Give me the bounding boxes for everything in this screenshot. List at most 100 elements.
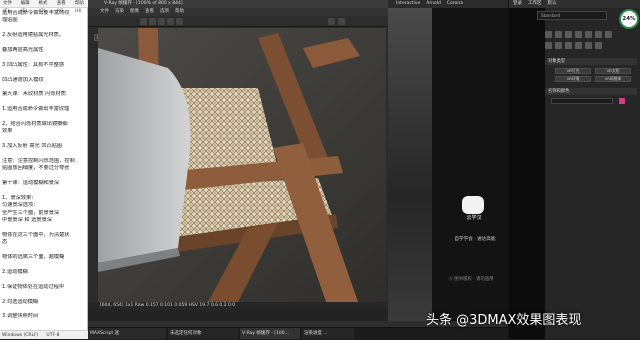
shape-icon[interactable]: [555, 31, 562, 38]
notes-window: 文件(F) 编辑(E) 格式(O) 查看(V) 帮助(H) 运用合成命令做出要丰…: [0, 0, 88, 339]
note-line: 叠加两层高光属性: [2, 47, 44, 53]
tab-arnold[interactable]: Arnold: [426, 0, 441, 8]
concrete-table: [98, 48, 191, 263]
note-line: 3.调整快照时间: [2, 313, 39, 320]
object-name-field[interactable]: [551, 98, 613, 104]
geometry-icon[interactable]: [545, 31, 552, 38]
watermark-caption: 头条 @3DMAX效果图表现: [426, 313, 582, 328]
note-line: 1.运用合成命令做出丰富纹理: [2, 106, 70, 113]
vfb-menu-view[interactable]: 查看: [145, 8, 154, 16]
spacewarp-icon[interactable]: [595, 31, 602, 38]
note-line: 贴图放回细度，不要过分夸张: [2, 165, 70, 172]
cloud-logo-icon: [462, 196, 484, 214]
logo-subtext: 自学学会 · 进达高能: [454, 237, 496, 242]
watermark-text: Ⓢ 图书版权 · 请勿盗用: [448, 277, 494, 282]
note-line: 运用合成命令做出要丰富的纹: [2, 10, 70, 16]
menu-format[interactable]: 格式(O): [38, 0, 51, 14]
vray-frame-buffer-window: V-Ray 帧缓存 - [100% of 800 x 844] 文件 渲染 图像…: [88, 0, 388, 321]
render-icon[interactable]: [328, 18, 335, 25]
note-line: 全产生三个面，前景景深: [2, 209, 60, 216]
workspace-value[interactable]: 默认: [548, 0, 557, 8]
green-channel-icon[interactable]: [167, 18, 174, 25]
sign-in-label[interactable]: 登录: [513, 0, 522, 8]
vray-light-button[interactable]: VR灯光: [555, 68, 591, 74]
menu-edit[interactable]: 编辑(E): [21, 0, 34, 14]
note-line: 3.加入反射 高光 凹凸贴图: [2, 143, 63, 150]
encoding-label: UTF-8: [46, 333, 60, 338]
vfb-menu-bar: 文件 渲染 图像 查看 选项 帮助: [88, 8, 388, 16]
vfb-menu-help[interactable]: 帮助: [175, 8, 184, 16]
tab-corona[interactable]: Corona: [447, 0, 463, 8]
notes-status-bar: Windows (CRLF) UTF-8: [0, 330, 88, 339]
menu-help[interactable]: 帮助(H): [75, 0, 88, 14]
hierarchy-icon[interactable]: [565, 42, 572, 49]
camera-icon[interactable]: [575, 31, 582, 38]
note-line: 中景景深 和 远景景深: [2, 217, 52, 224]
object-color-swatch[interactable]: [619, 98, 625, 104]
command-panel: 登录 工作区 默认 Standard 24% 对象类型 VR灯光 VR太阳 VR…: [508, 0, 640, 339]
create-tabs: [545, 31, 612, 38]
progress-badge: 24%: [619, 9, 639, 29]
save-image-icon[interactable]: [140, 18, 147, 25]
motion-icon[interactable]: [575, 42, 582, 49]
vfb-menu-file[interactable]: 文件: [100, 8, 109, 16]
vfb-title-bar[interactable]: V-Ray 帧缓存 - [100% of 800 x 844]: [88, 0, 388, 8]
note-line: 1.保证物体处在运动过程中: [2, 283, 65, 290]
menu-file[interactable]: 文件(F): [3, 0, 16, 14]
renderer-tab-strip: Interactive Arnold Corona: [388, 0, 508, 8]
rendered-image[interactable]: [98, 28, 386, 302]
panel-tabs: [545, 42, 602, 49]
workspace-label[interactable]: 工作区: [528, 0, 542, 8]
note-line: 物体在这三个面中，为清楚状: [2, 232, 70, 238]
command-panel-dark-column: [509, 0, 545, 339]
utilities-icon[interactable]: [595, 42, 602, 49]
vfb-bottom-panel: [88, 310, 388, 321]
blue-channel-icon[interactable]: [176, 18, 183, 25]
clear-image-icon[interactable]: [149, 18, 156, 25]
task-maxscript[interactable]: MAXScript 迷: [88, 328, 166, 339]
vfb-status-bar: [604, 654] 1x1 Raw 0.157 0.101 0.059 HSV…: [88, 302, 388, 310]
vray-ambient-button[interactable]: VR网格体: [595, 76, 631, 82]
note-line: 匀速景深选项：: [2, 202, 39, 209]
note-line: 注意：注意控制闪烁范围，控制: [2, 158, 75, 164]
vfb-menu-render[interactable]: 渲染: [115, 8, 124, 16]
task-render-progress[interactable]: 渲染进度 ...: [302, 328, 354, 339]
vray-sun-button[interactable]: VR太阳: [595, 68, 631, 74]
stop-render-icon[interactable]: [338, 18, 345, 25]
max-viewport[interactable]: Interactive Arnold Corona 云学汉 自学学会 · 进达高…: [388, 0, 508, 321]
object-category-select[interactable]: Standard: [537, 11, 607, 20]
viewport-preview-strip: [388, 8, 432, 321]
rollout-object-type[interactable]: 对象类型: [545, 58, 637, 65]
menu-view[interactable]: 查看(V): [57, 0, 70, 14]
helper-icon[interactable]: [585, 31, 592, 38]
note-line: 2.反射运用镜贴属光材质。: [2, 32, 65, 39]
note-line: 凹凸通道加入模纹: [2, 76, 44, 83]
note-line: 1、景深效果：: [2, 195, 37, 201]
note-line: 2.运动模糊: [2, 269, 28, 275]
chair-render-svg: [98, 28, 386, 302]
red-channel-icon[interactable]: [158, 18, 165, 25]
vfb-menu-image[interactable]: 图像: [130, 8, 139, 16]
notes-menu-bar: 文件(F) 编辑(E) 格式(O) 查看(V) 帮助(H): [0, 0, 88, 14]
display-icon[interactable]: [585, 42, 592, 49]
task-vfb[interactable]: V-Ray 帧缓存 - [100...: [240, 328, 300, 339]
vfb-menu-options[interactable]: 选项: [160, 8, 169, 16]
rollout-name-color[interactable]: 名称和颜色: [545, 88, 637, 95]
modify-icon[interactable]: [555, 42, 562, 49]
vray-ies-button[interactable]: VR环境: [555, 76, 591, 82]
task-selection-status[interactable]: 未选定任何对象: [168, 328, 238, 339]
vfb-toolbar: RGB color: [88, 16, 388, 41]
note-line: 第十课：运动模糊和景深: [2, 180, 60, 187]
note-line: 第九课：木纹材质 闪烁材质: [2, 91, 66, 98]
system-icon[interactable]: [605, 31, 612, 38]
note-line: 物体的远离三个面，越模糊: [2, 254, 65, 261]
note-line: 效果: [2, 128, 13, 135]
tab-interactive[interactable]: Interactive: [396, 0, 420, 8]
create-icon[interactable]: [545, 42, 552, 49]
command-panel-top-bar: 登录 工作区 默认: [509, 0, 640, 8]
note-line: 3.凹凸属性：具有不平整感: [2, 61, 65, 68]
note-line: 2、结合闪烁材质做出镜瓣细: [2, 121, 68, 127]
light-icon[interactable]: [565, 31, 572, 38]
line-ending-label: Windows (CRLF): [2, 333, 39, 338]
note-line: 态: [2, 239, 8, 246]
